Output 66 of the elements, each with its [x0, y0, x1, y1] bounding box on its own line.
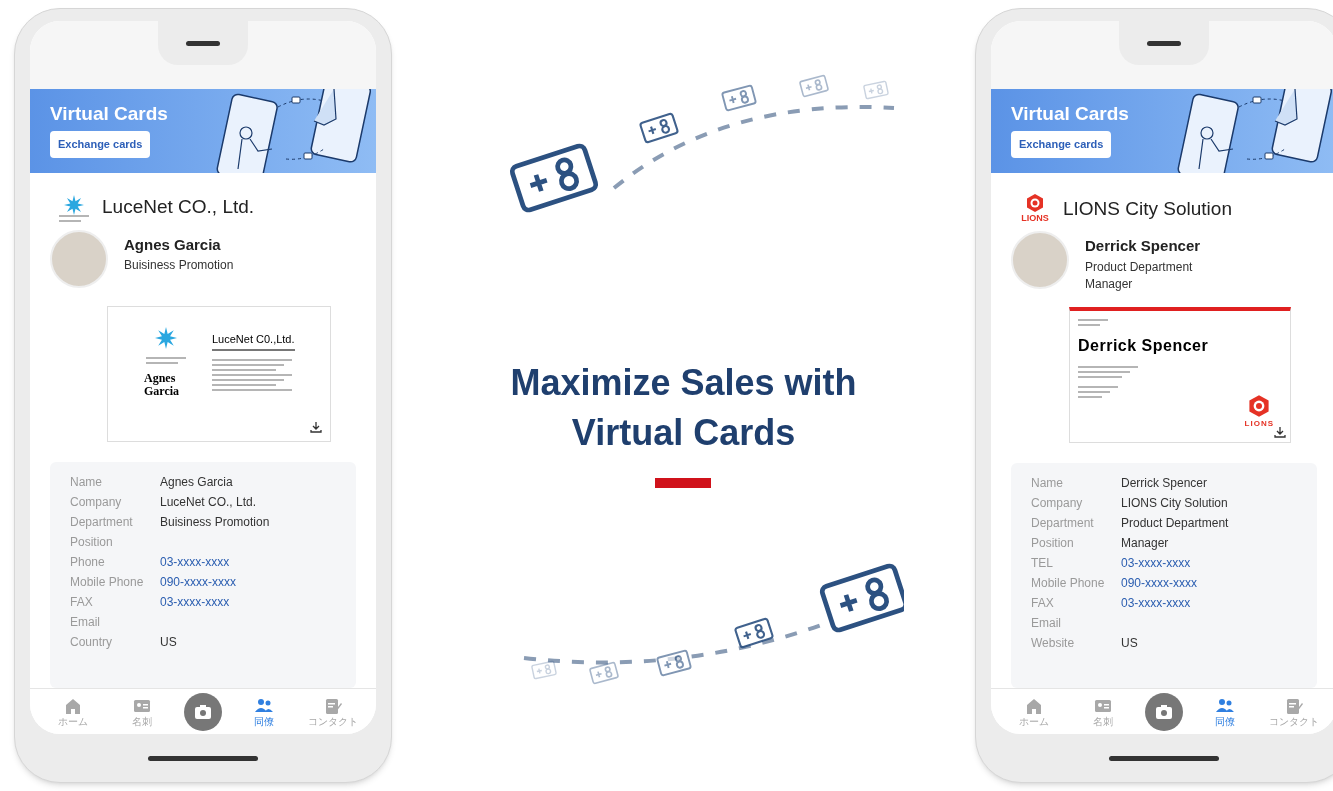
field-label: FAX — [70, 593, 94, 610]
field-value: Buisiness Promotion — [160, 513, 270, 530]
field-label: Position — [70, 533, 114, 550]
accent-bar — [655, 478, 712, 488]
field-label: Department — [70, 513, 134, 530]
company-name: LuceNet CO., Ltd. — [102, 195, 255, 219]
field-value: Agnes Garcia — [160, 473, 233, 490]
field-label: Name — [1031, 475, 1064, 491]
nav-tab[interactable]: 同僚 — [1196, 695, 1253, 728]
field-value: Product Department — [1121, 515, 1229, 531]
person-title: Buisiness Promotion — [124, 257, 234, 273]
field-label: Email — [1031, 615, 1062, 631]
download-icon — [310, 420, 322, 433]
field-label: TEL — [1031, 555, 1054, 571]
field-label: Company — [70, 493, 123, 510]
phone-link[interactable]: 03-xxxx-xxxx — [160, 553, 230, 570]
field-label: Country — [70, 633, 114, 650]
phone-link[interactable]: 090-xxxx-xxxx — [160, 573, 236, 590]
camera-button[interactable] — [1145, 692, 1183, 731]
person-name: Agnes Garcia — [124, 234, 222, 255]
field-label: Company — [1031, 495, 1084, 511]
field-value: Manager — [1121, 535, 1169, 551]
field-value: US — [1121, 635, 1138, 651]
headline: Virtual Cards — [571, 411, 796, 455]
exchange-cards-button[interactable]: Exchange cards — [50, 131, 151, 158]
company-name: LIONS City Solution — [1063, 196, 1232, 221]
card-person-name: Agnes Garcia — [144, 371, 181, 398]
lion-hexagon-logo-icon — [1025, 193, 1045, 213]
phone-link[interactable]: 03-xxxx-xxxx — [1121, 555, 1191, 571]
starburst-logo-icon — [64, 194, 84, 215]
field-label: Mobile Phone — [1031, 575, 1106, 591]
camera-button[interactable] — [184, 692, 222, 731]
field-label: Website — [1031, 635, 1076, 651]
speaker-slot — [186, 40, 220, 46]
headline: Maximize Sales with — [510, 361, 857, 405]
nav-tab[interactable]: 同僚 — [235, 695, 292, 728]
starburst-logo-icon — [155, 326, 177, 349]
field-label: Phone — [70, 553, 106, 570]
download-icon — [1274, 426, 1286, 438]
exchange-cards-button[interactable]: Exchange cards — [1011, 131, 1112, 158]
field-value: LIONS City Solution — [1121, 495, 1228, 511]
camera-icon — [194, 703, 212, 720]
phone-link[interactable]: 03-xxxx-xxxx — [1121, 595, 1191, 611]
card-person-name: Derrick Spencer — [1078, 336, 1210, 356]
phone-link[interactable]: 03-xxxx-xxxx — [160, 593, 230, 610]
banner-title: Virtual Cards — [50, 104, 168, 124]
logo-wordmark: LIONS — [1244, 418, 1274, 430]
person-title: Manager — [1085, 275, 1134, 292]
logo-wordmark: LIONS — [1021, 213, 1049, 223]
field-value: LuceNet CO., Ltd. — [160, 493, 257, 510]
phone-link[interactable]: 090-xxxx-xxxx — [1121, 575, 1197, 591]
field-label: Name — [70, 473, 103, 490]
person-title: Product Department — [1085, 258, 1194, 275]
field-value: US — [160, 633, 177, 650]
speaker-slot — [1147, 40, 1181, 46]
field-label: Position — [1031, 535, 1075, 551]
banner-title: Virtual Cards — [1011, 104, 1129, 124]
card-company-name: LuceNet C0.,Ltd. — [212, 330, 295, 351]
field-label: Department — [1031, 515, 1095, 531]
field-value: Derrick Spencer — [1121, 475, 1208, 491]
field-label: Email — [70, 613, 101, 630]
field-label: FAX — [1031, 595, 1055, 611]
person-name: Derrick Spencer — [1085, 236, 1201, 256]
field-label: Mobile Phone — [70, 573, 145, 590]
lion-hexagon-logo-icon — [1247, 394, 1272, 418]
camera-icon — [1155, 703, 1173, 720]
